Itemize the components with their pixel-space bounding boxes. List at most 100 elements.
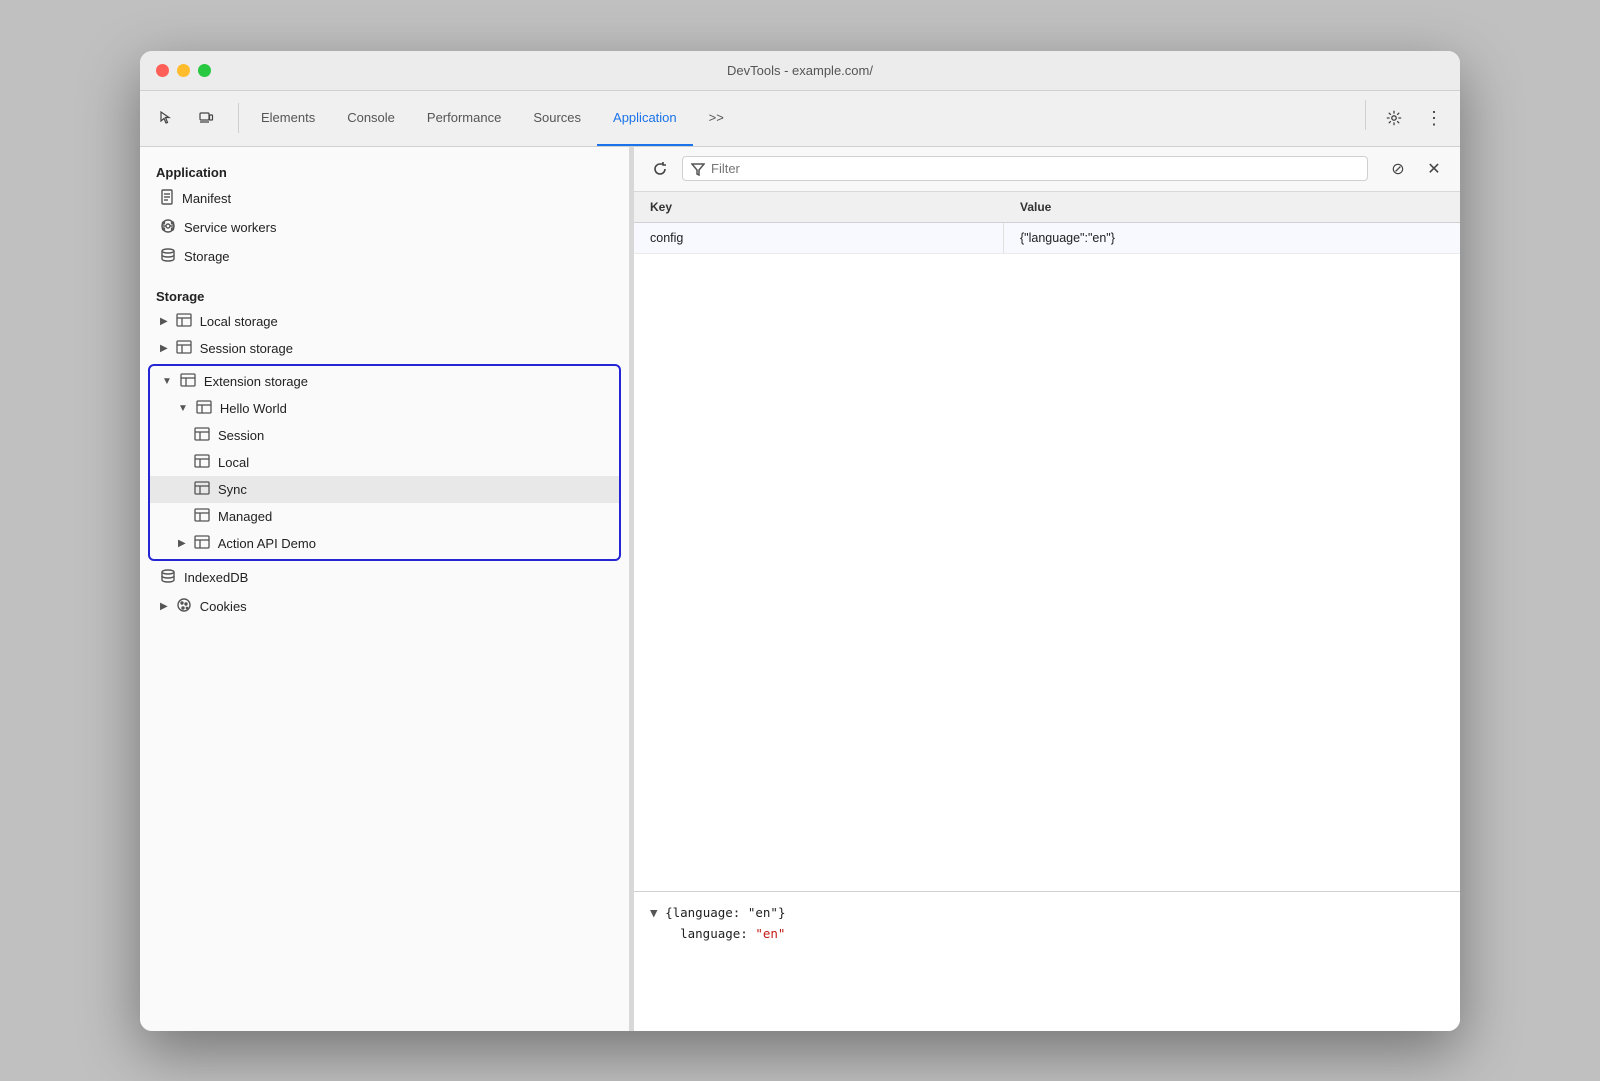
tab-application[interactable]: Application (597, 90, 693, 146)
sidebar-item-ss-label: Session storage (200, 341, 293, 356)
sidebar-item-cookies-label: Cookies (200, 599, 247, 614)
local-icon (194, 454, 210, 471)
tab-sources[interactable]: Sources (517, 90, 597, 146)
managed-icon (194, 508, 210, 525)
sidebar-item-idb-label: IndexedDB (184, 570, 248, 585)
ext-storage-icon (180, 373, 196, 390)
cookies-arrow: ▶ (160, 601, 168, 612)
sidebar-item-local[interactable]: Local (150, 449, 619, 476)
sidebar-item-managed-label: Managed (218, 509, 272, 524)
sidebar-item-cookies[interactable]: ▶ Cookies (140, 592, 629, 621)
sidebar-item-extension-storage[interactable]: ▼ Extension storage (150, 368, 619, 395)
storage-app-icon (160, 247, 176, 266)
sidebar-item-service-workers[interactable]: Service workers (140, 213, 629, 242)
close-filter-button[interactable]: ✕ (1420, 155, 1448, 183)
sync-icon (194, 481, 210, 498)
session-storage-icon (176, 340, 192, 357)
tab-elements[interactable]: Elements (245, 90, 331, 146)
bottom-line-1: ▼ {language: "en"} (650, 902, 1444, 923)
cookies-icon (176, 597, 192, 616)
indexeddb-icon (160, 568, 176, 587)
sidebar-item-storage-app[interactable]: Storage (140, 242, 629, 271)
filter-actions: ⊘ ✕ (1384, 155, 1448, 183)
sidebar-item-manifest[interactable]: Manifest (140, 184, 629, 213)
sidebar-item-manifest-label: Manifest (182, 191, 231, 206)
local-storage-arrow: ▶ (160, 316, 168, 327)
hello-world-icon (196, 400, 212, 417)
sidebar: Application Manifest (140, 147, 630, 1031)
data-table: Key Value config {"language":"en"} (634, 192, 1460, 891)
bottom-panel: ▼ {language: "en"} language: "en" (634, 891, 1460, 1031)
refresh-button[interactable] (646, 155, 674, 183)
sidebar-section-app: Application (140, 159, 629, 184)
session-storage-arrow: ▶ (160, 343, 168, 354)
table-body: config {"language":"en"} (634, 223, 1460, 891)
bottom-line-2: language: "en" (650, 923, 1444, 944)
sidebar-item-indexeddb[interactable]: IndexedDB (140, 563, 629, 592)
sidebar-item-hw-label: Hello World (220, 401, 287, 416)
maximize-button[interactable] (198, 64, 211, 77)
json-root-key: {language: "en"} (665, 905, 785, 920)
menu-button[interactable]: ⋮ (1416, 100, 1452, 136)
tab-console[interactable]: Console (331, 90, 411, 146)
extension-storage-group: ▼ Extension storage ▼ (148, 364, 621, 561)
cursor-svg (158, 110, 174, 126)
hello-world-arrow: ▼ (178, 403, 188, 414)
filter-bar: ⊘ ✕ (634, 147, 1460, 192)
window-title: DevTools - example.com/ (727, 63, 873, 78)
minimize-button[interactable] (177, 64, 190, 77)
sidebar-item-hello-world[interactable]: ▼ Hello World (150, 395, 619, 422)
tab-more[interactable]: >> (693, 90, 740, 146)
ext-storage-arrow: ▼ (162, 376, 172, 387)
traffic-lights (156, 64, 211, 77)
json-lang-key: language: (650, 926, 755, 941)
sidebar-section-storage: Storage (140, 283, 629, 308)
sidebar-item-session-storage[interactable]: ▶ Session storage (140, 335, 629, 362)
action-api-arrow: ▶ (178, 538, 186, 549)
filter-input[interactable] (711, 161, 1359, 176)
sidebar-item-sw-label: Service workers (184, 220, 276, 235)
tab-performance[interactable]: Performance (411, 90, 517, 146)
sidebar-item-action-api-demo[interactable]: ▶ Action API Demo (150, 530, 619, 557)
sidebar-item-extstorage-label: Extension storage (204, 374, 308, 389)
table-header: Key Value (634, 192, 1460, 223)
session-icon (194, 427, 210, 444)
local-storage-icon (176, 313, 192, 330)
inspect-icon[interactable] (148, 100, 184, 136)
titlebar: DevTools - example.com/ (140, 51, 1460, 91)
devtools-window: DevTools - example.com/ Elements Consol (140, 51, 1460, 1031)
sidebar-item-managed[interactable]: Managed (150, 503, 619, 530)
toolbar-right: ⋮ (1359, 100, 1452, 136)
sidebar-item-local-label: Local (218, 455, 249, 470)
json-expand-arrow[interactable]: ▼ (650, 905, 658, 920)
table-cell-key: config (634, 223, 1004, 253)
table-row[interactable]: config {"language":"en"} (634, 223, 1460, 254)
sidebar-item-session-label: Session (218, 428, 264, 443)
toolbar-sep-right (1365, 100, 1366, 130)
settings-button[interactable] (1376, 100, 1412, 136)
toolbar-separator (238, 103, 239, 133)
sidebar-item-local-storage[interactable]: ▶ Local storage (140, 308, 629, 335)
col-header-value: Value (1004, 198, 1460, 216)
sidebar-item-sync[interactable]: Sync (150, 476, 619, 503)
sidebar-item-ls-label: Local storage (200, 314, 278, 329)
content-area: Application Manifest (140, 147, 1460, 1031)
main-panel: ⊘ ✕ Key Value config {"language":"en"} (634, 147, 1460, 1031)
filter-input-wrap (682, 156, 1368, 181)
service-workers-icon (160, 218, 176, 237)
manifest-icon (160, 189, 174, 208)
gear-icon (1386, 110, 1402, 126)
sidebar-item-session[interactable]: Session (150, 422, 619, 449)
sidebar-item-aad-label: Action API Demo (218, 536, 316, 551)
filter-icon (691, 162, 705, 176)
action-api-icon (194, 535, 210, 552)
device-icon[interactable] (188, 100, 224, 136)
device-svg (198, 110, 214, 126)
close-button[interactable] (156, 64, 169, 77)
json-lang-value: "en" (755, 926, 785, 941)
clear-filter-button[interactable]: ⊘ (1384, 155, 1412, 183)
toolbar: Elements Console Performance Sources App… (140, 91, 1460, 147)
sidebar-item-sync-label: Sync (218, 482, 247, 497)
sidebar-item-storage-label: Storage (184, 249, 230, 264)
col-header-key: Key (634, 198, 1004, 216)
